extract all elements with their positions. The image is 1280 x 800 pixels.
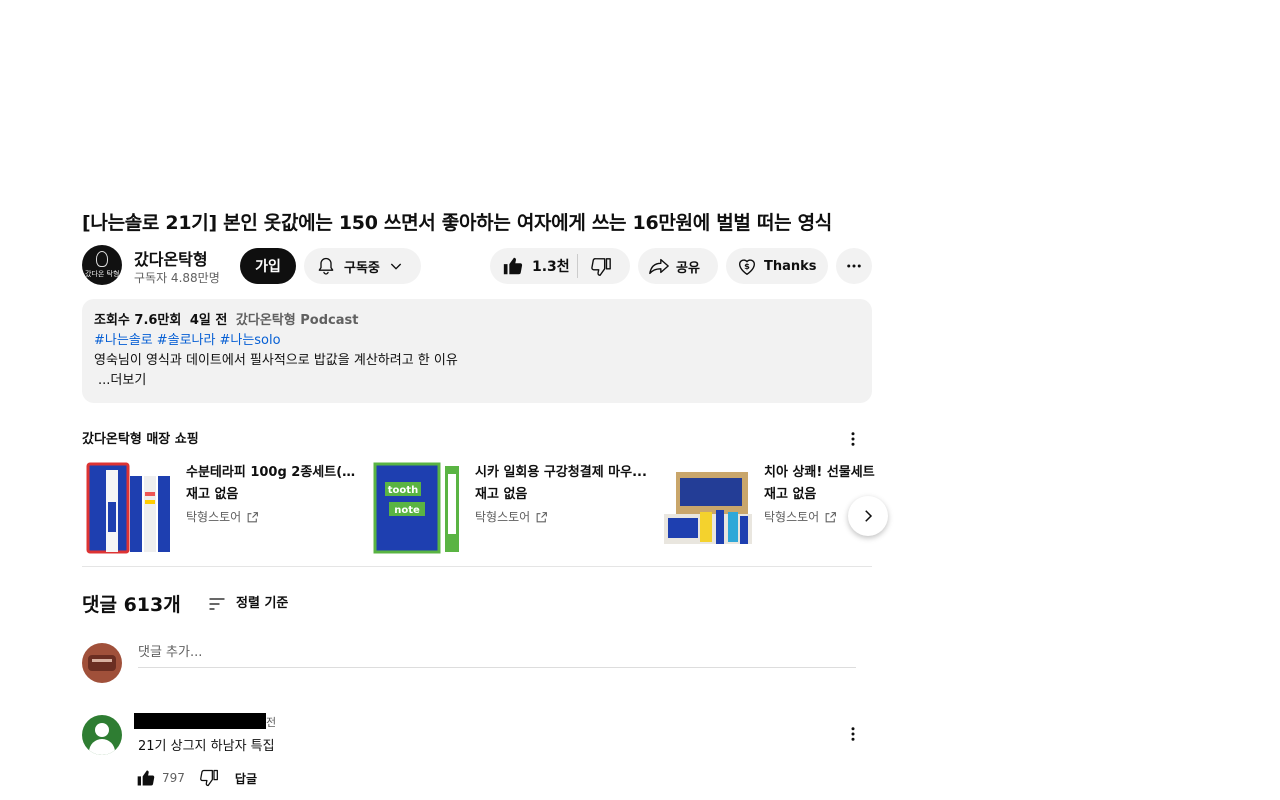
product-store[interactable]: 탁형스토어 xyxy=(764,508,837,526)
chevron-right-icon xyxy=(859,507,877,525)
redacted-author xyxy=(134,713,266,729)
section-divider xyxy=(82,566,872,567)
thanks-label: Thanks xyxy=(764,258,817,274)
description-box[interactable]: 조회수 7.6만회 4일 전 갔다온탁형 Podcast #나는솔로 #솔로나라 #… xyxy=(82,299,872,403)
product-image: tooth note xyxy=(371,462,467,556)
podcast-link[interactable]: 갔다온탁형 Podcast xyxy=(236,313,359,328)
like-separator xyxy=(577,254,578,278)
comments-header: 댓글 613개 정렬 기준 xyxy=(82,590,872,620)
product-name: 시카 일회용 구강청결제 마우... xyxy=(475,465,647,480)
svg-text:note: note xyxy=(394,505,420,516)
thanks-button[interactable]: $ Thanks xyxy=(726,248,828,284)
comment-like-count: 797 xyxy=(162,771,185,785)
hashtag-link[interactable]: #솔로나라 xyxy=(157,333,216,348)
comment-like-button[interactable] xyxy=(136,768,156,788)
owner-row: 갔다온 탁형 갔다온탁형 구독자 4.88만명 가입 구독중 1.3천 공유 $… xyxy=(82,245,872,287)
shopping-carousel: 수분테라피 100g 2종세트(자... 재고 없음 탁형스토어 tooth n… xyxy=(82,462,884,556)
product-stock: 재고 없음 xyxy=(764,487,817,502)
product-store-name: 탁형스토어 xyxy=(186,510,242,524)
product-image xyxy=(660,462,756,556)
more-horizontal-icon xyxy=(845,257,863,275)
show-more-link[interactable]: ...더보기 xyxy=(98,371,860,391)
thumbs-down-icon xyxy=(591,258,611,276)
product-store[interactable]: 탁형스토어 xyxy=(475,508,548,526)
external-link-icon xyxy=(247,511,259,522)
subscriber-count: 구독자 4.88만명 xyxy=(134,271,220,285)
product-store-name: 탁형스토어 xyxy=(475,510,531,524)
shopping-header: 갔다온탁형 매장 쇼핑 xyxy=(82,428,872,450)
product-store[interactable]: 탁형스토어 xyxy=(186,508,259,526)
join-button[interactable]: 가입 xyxy=(240,248,296,284)
svg-text:$: $ xyxy=(744,261,750,271)
share-icon xyxy=(648,255,670,277)
product-name: 치아 상쾌! 선물세트 xyxy=(764,465,875,480)
video-player-area[interactable] xyxy=(0,0,1280,200)
hashtag-link[interactable]: #나는solo xyxy=(219,333,280,348)
sort-button[interactable]: 정렬 기준 xyxy=(206,592,288,616)
channel-avatar-caption: 갔다온 탁형 xyxy=(85,270,119,278)
like-count: 1.3천 xyxy=(532,259,570,275)
description-text: 영숙님이 영식과 데이트에서 필사적으로 밥값을 계산하려고 한 이유 xyxy=(94,353,458,368)
svg-text:tooth: tooth xyxy=(388,485,418,496)
thumbs-up-icon xyxy=(502,255,524,277)
channel-avatar[interactable]: 갔다온 탁형 xyxy=(82,245,122,285)
commenter-avatar[interactable] xyxy=(82,715,122,755)
subscribed-label: 구독중 xyxy=(344,260,380,276)
sort-label: 정렬 기준 xyxy=(236,596,289,611)
more-vertical-icon[interactable] xyxy=(844,430,862,448)
external-link-icon xyxy=(536,511,548,522)
subscribe-button[interactable]: 구독중 xyxy=(304,248,421,284)
external-link-icon xyxy=(825,511,837,522)
like-dislike-group: 1.3천 xyxy=(490,248,630,284)
bulb-icon xyxy=(96,251,108,267)
dislike-button[interactable] xyxy=(590,256,612,278)
hashtag-link[interactable]: #나는솔로 xyxy=(94,333,153,348)
comment-time: 전 xyxy=(266,716,277,729)
description-meta: 조회수 7.6만회 4일 전 갔다온탁형 Podcast xyxy=(94,311,860,331)
share-label: 공유 xyxy=(676,260,700,276)
product-card[interactable]: 수분테라피 100g 2종세트(자... 재고 없음 탁형스토어 xyxy=(82,462,362,556)
more-vertical-icon[interactable] xyxy=(844,725,862,743)
channel-name[interactable]: 갔다온탁형 xyxy=(134,246,208,270)
product-card[interactable]: tooth note 시카 일회용 구강청결제 마우... 재고 없음 탁형스토… xyxy=(371,462,651,556)
join-label: 가입 xyxy=(255,259,281,275)
sort-icon xyxy=(206,594,228,614)
video-title: [나는솔로 21기] 본인 옷값에는 150 쓰면서 좋아하는 여자에게 쓰는 … xyxy=(82,212,832,234)
product-name: 수분테라피 100g 2종세트(자... xyxy=(186,465,362,480)
comment-dislike-button[interactable] xyxy=(199,768,219,788)
current-user-avatar xyxy=(82,643,122,683)
thumbs-up-icon xyxy=(137,770,155,786)
carousel-next-button[interactable] xyxy=(848,496,888,536)
upload-date: 4일 전 xyxy=(189,313,228,328)
thumbs-down-icon xyxy=(200,769,218,787)
product-stock: 재고 없음 xyxy=(475,487,528,502)
product-stock: 재고 없음 xyxy=(186,487,239,502)
shopping-heading: 갔다온탁형 매장 쇼핑 xyxy=(82,432,199,447)
hashtag-list: #나는솔로 #솔로나라 #나는solo xyxy=(94,331,860,351)
heart-dollar-icon: $ xyxy=(736,255,758,277)
comment-input[interactable]: 댓글 추가... xyxy=(138,643,856,668)
share-button[interactable]: 공유 xyxy=(638,248,718,284)
product-image xyxy=(82,462,178,556)
view-count: 조회수 7.6만회 xyxy=(94,313,182,328)
reply-button[interactable]: 답글 xyxy=(235,770,257,787)
chevron-down-icon xyxy=(388,258,404,274)
comment-text: 21기 상그지 하남자 특집 xyxy=(138,739,275,754)
bell-icon xyxy=(316,255,336,277)
comment-actions: 797 답글 xyxy=(136,767,257,789)
more-actions-button[interactable] xyxy=(836,248,872,284)
product-store-name: 탁형스토어 xyxy=(764,510,820,524)
like-button[interactable]: 1.3천 xyxy=(502,255,570,277)
comment-thread: 전 21기 상그지 하남자 특집 797 답글 xyxy=(82,713,872,800)
comment-count: 댓글 613개 xyxy=(82,594,181,616)
add-comment-row: 댓글 추가... xyxy=(82,643,856,683)
